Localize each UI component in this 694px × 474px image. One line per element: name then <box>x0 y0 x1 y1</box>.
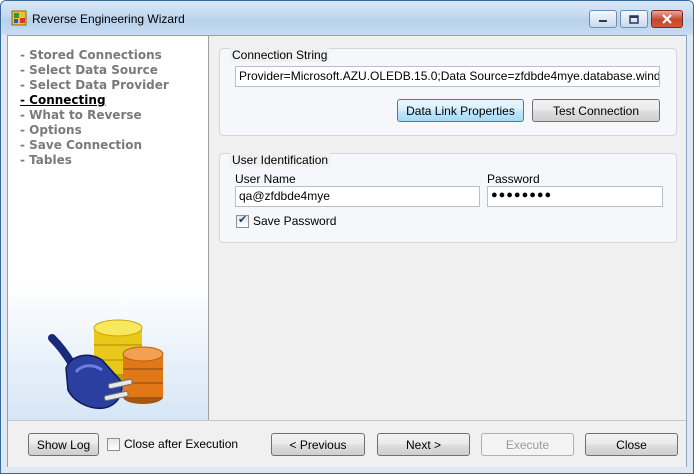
title-bar[interactable]: Reverse Engineering Wizard <box>1 1 693 35</box>
data-link-properties-button[interactable]: Data Link Properties <box>397 99 524 122</box>
wizard-app-icon <box>11 10 27 26</box>
maximize-icon <box>629 14 639 24</box>
wizard-window: Reverse Engineering Wizard - Stored Conn… <box>0 0 694 474</box>
show-log-button[interactable]: Show Log <box>28 433 99 456</box>
maximize-button[interactable] <box>620 10 648 28</box>
connection-string-label: Connection String <box>230 48 330 62</box>
step-tables[interactable]: - Tables <box>20 153 169 168</box>
connection-string-input[interactable]: Provider=Microsoft.AZU.OLEDB.15.0;Data S… <box>235 66 660 87</box>
close-button[interactable]: Close <box>585 433 678 456</box>
step-select-data-provider[interactable]: - Select Data Provider <box>20 78 169 93</box>
step-what-to-reverse[interactable]: - What to Reverse <box>20 108 169 123</box>
wizard-footer: Show Log Close after Execution < Previou… <box>8 420 686 467</box>
next-button[interactable]: Next > <box>377 433 470 456</box>
test-connection-button[interactable]: Test Connection <box>532 99 660 122</box>
step-stored-connections[interactable]: - Stored Connections <box>20 48 169 63</box>
close-after-execution-checkbox[interactable] <box>107 438 120 451</box>
password-input[interactable]: ●●●●●●●● <box>487 186 663 207</box>
step-select-data-source[interactable]: - Select Data Source <box>20 63 169 78</box>
close-icon <box>662 14 672 24</box>
minimize-button[interactable] <box>589 10 617 28</box>
steps-panel: - Stored Connections - Select Data Sourc… <box>8 36 209 420</box>
previous-button[interactable]: < Previous <box>271 433 365 456</box>
database-plug-icon <box>48 319 164 410</box>
step-options[interactable]: - Options <box>20 123 169 138</box>
step-save-connection[interactable]: - Save Connection <box>20 138 169 153</box>
save-password-label[interactable]: Save Password <box>253 214 336 228</box>
minimize-icon <box>599 20 607 22</box>
save-password-checkbox[interactable] <box>236 213 249 228</box>
user-identification-label: User Identification <box>230 153 331 167</box>
close-window-button[interactable] <box>651 10 683 28</box>
step-list: - Stored Connections - Select Data Sourc… <box>20 48 169 168</box>
wizard-client: - Stored Connections - Select Data Sourc… <box>7 35 687 467</box>
password-label: Password <box>487 172 540 186</box>
user-identification-group: User Identification User Name qa@zfdbde4… <box>219 153 677 243</box>
content-panel: Connection String Provider=Microsoft.AZU… <box>209 36 686 420</box>
window-title: Reverse Engineering Wizard <box>32 12 185 26</box>
close-after-execution-label[interactable]: Close after Execution <box>124 437 238 451</box>
connection-string-group: Connection String Provider=Microsoft.AZU… <box>219 48 677 136</box>
user-name-label: User Name <box>235 172 296 186</box>
user-name-input[interactable]: qa@zfdbde4mye <box>235 186 480 207</box>
step-connecting[interactable]: - Connecting <box>20 93 169 108</box>
execute-button[interactable]: Execute <box>481 433 574 456</box>
